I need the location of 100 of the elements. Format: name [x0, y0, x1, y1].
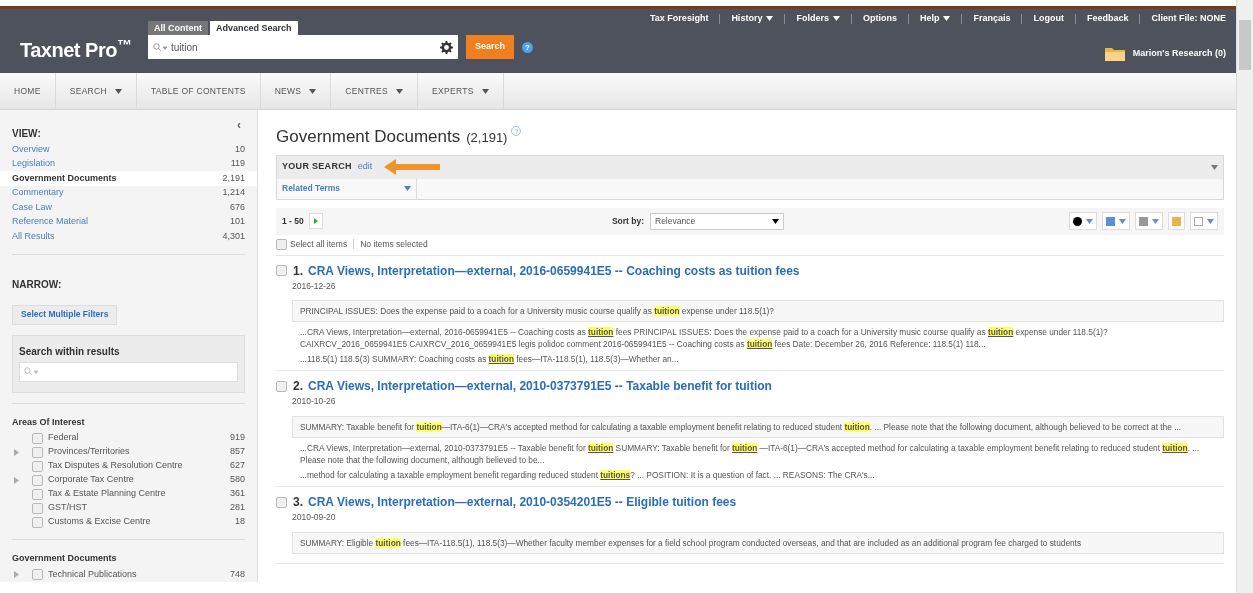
top-link[interactable]: Français	[973, 12, 1011, 26]
checkbox[interactable]	[32, 488, 43, 500]
checkbox[interactable]	[32, 502, 43, 514]
checkbox[interactable]	[276, 265, 287, 276]
top-link[interactable]: Client File: NONE	[1151, 12, 1226, 26]
excerpt-snippet: ...CRA Views, Interpretation—external, 2010-0373791E5 -- Taxable benefit for tuition SUMMARY: Taxable benefit for tuition —ITA-6(1)—CRA's accepted method for calculating a taxable employment benefit relating to reduced student tuition. ... Please note that the following document, although believed to be...	[299, 442, 1201, 466]
facet-count: 748	[229, 567, 245, 581]
next-page-button[interactable]	[308, 213, 323, 229]
related-terms-dropdown[interactable]: Related Terms	[277, 178, 417, 199]
scrollbar[interactable]	[1236, 0, 1253, 593]
checkbox[interactable]	[276, 380, 287, 392]
top-link[interactable]: Options	[862, 12, 897, 26]
caret-icon	[1207, 218, 1214, 224]
view-item[interactable]: Overview 10	[0, 142, 257, 157]
view-item[interactable]: Commentary 1,214	[0, 185, 257, 200]
result-count: (2,191)	[466, 129, 508, 147]
facet-heading: Areas Of Interest	[12, 415, 86, 429]
view-item[interactable]: Legislation 119	[0, 156, 257, 171]
search-within-field[interactable]	[19, 361, 238, 382]
facet-label[interactable]: Provinces/Territories	[48, 445, 230, 459]
caret-icon	[309, 88, 317, 94]
caret-icon	[396, 88, 404, 94]
facet-label[interactable]: Tax & Estate Planning Centre	[48, 487, 230, 501]
facet-label[interactable]: Federal	[48, 431, 230, 445]
nav-item[interactable]: HOME	[0, 73, 56, 109]
select-all-label[interactable]: Select all items	[290, 237, 348, 251]
nav-item[interactable]: TABLE OF CONTENTS	[136, 73, 261, 109]
play-arrow-icon	[313, 218, 318, 224]
facet-count: 627	[229, 459, 245, 473]
facet-label[interactable]: Customs & Excise Centre	[48, 515, 235, 529]
settings-icon[interactable]	[440, 40, 453, 54]
facet-count: 361	[229, 487, 245, 501]
expand-arrow-icon[interactable]	[14, 448, 19, 456]
caret-icon	[404, 186, 411, 191]
view-item[interactable]: Case Law 676	[0, 200, 257, 215]
checkbox[interactable]	[32, 569, 43, 580]
view-heading: VIEW:	[12, 127, 41, 141]
top-link[interactable]: Folders	[796, 12, 840, 26]
view-item[interactable]: All Results 4,301	[0, 229, 257, 244]
logo[interactable]: Taxnet Pro$^{™}$	[20, 39, 132, 61]
nav-item[interactable]: EXPERTS	[418, 73, 504, 109]
caret-icon	[114, 88, 122, 94]
view-item[interactable]: Government Documents 2,191	[0, 171, 257, 186]
result-number: 3.	[293, 494, 303, 511]
caret-icon	[481, 88, 489, 94]
summary-snippet: PRINCIPAL ISSUES: Does the expense paid to a coach for a University music course qualify as tuition expense under 118.5(1)?	[292, 300, 1224, 323]
caret-icon	[772, 218, 779, 224]
checkbox[interactable]	[276, 238, 287, 250]
facet-count: 281	[229, 501, 245, 515]
expand-arrow-icon[interactable]	[14, 476, 19, 484]
top-link[interactable]: Tax Foresight	[650, 12, 709, 26]
nav-item[interactable]: NEWS	[260, 73, 332, 109]
excerpt-snippet: ...CRA Views, Interpretation—external, 2016-0659941E5 -- Coaching costs as tuition fees PRINCIPAL ISSUES: Does the expense paid to a coach for a University music course qualify as tuition expense under 118.5(1)? CAIXRCV_2016_0659941E5 CAIXRCV_2016_0659941E5 legis polidoc comment 2016-0659941E5 -- Coaching costs as tuition fees Date: December 26, 2016 Reference: 118.5(1) 118...	[299, 326, 1109, 351]
sort-select[interactable]: Relevance	[650, 212, 784, 230]
facet-label[interactable]: GST/HST	[48, 501, 230, 515]
nav-item[interactable]: CENTRES	[331, 73, 419, 109]
caret-icon	[1152, 218, 1159, 224]
caret-icon	[943, 16, 951, 22]
top-link[interactable]: Feedback	[1086, 12, 1129, 26]
search-tab[interactable]: All Content	[148, 21, 208, 35]
select-filters-button[interactable]: Select Multiple Filters	[12, 304, 118, 325]
nav-item[interactable]: SEARCH	[55, 73, 137, 109]
edit-link[interactable]: edit	[357, 160, 373, 174]
caret-icon	[832, 16, 840, 22]
facet-label[interactable]: Tax Disputes & Resolution Centre	[48, 459, 230, 473]
search-tab[interactable]: Advanced Search	[210, 21, 298, 35]
checkbox[interactable]	[32, 516, 43, 528]
facet-count: 919	[229, 431, 245, 445]
top-link[interactable]: Help	[919, 12, 951, 26]
checkbox[interactable]	[32, 474, 43, 486]
facet-count: 18	[235, 515, 245, 529]
top-link[interactable]: Logout	[1033, 12, 1064, 26]
facet-label[interactable]: Corporate Tax Centre	[48, 473, 230, 487]
search-icon[interactable]	[153, 42, 167, 52]
view-item[interactable]: Reference Material 101	[0, 214, 257, 229]
facet-count: 857	[229, 445, 245, 459]
dot-tool-button[interactable]	[1069, 212, 1097, 230]
checkbox[interactable]	[32, 432, 43, 444]
checkbox[interactable]	[276, 496, 287, 508]
page-range: 1 - 50	[282, 214, 304, 228]
search-field[interactable]: tuition	[148, 35, 458, 59]
research-folder-link[interactable]: Marion's Research (0)	[1132, 47, 1226, 61]
top-link[interactable]: History	[731, 12, 774, 26]
arrow-icon	[384, 159, 441, 175]
result-title-link[interactable]: CRA Views, Interpretation—external, 2010-0354201E5 -- Eligible tuition fees	[308, 493, 737, 511]
result-date: 2016-12-26	[292, 279, 337, 293]
search-icon[interactable]	[24, 367, 38, 376]
caret-icon	[766, 16, 774, 22]
checkbox[interactable]	[32, 460, 43, 472]
folder-icon[interactable]	[1103, 46, 1126, 62]
collapse-button[interactable]: ‹	[237, 116, 241, 134]
checkbox[interactable]	[32, 446, 43, 458]
result-number: 2.	[293, 378, 303, 396]
your-search-heading: YOUR SEARCH	[282, 160, 352, 174]
result-title-link[interactable]: CRA Views, Interpretation—external, 2010-0373791E5 -- Taxable benefit for tuition	[308, 377, 772, 396]
result-title-link[interactable]: CRA Views, Interpretation—external, 2016-0659941E5 -- Coaching costs as tuition fees	[308, 261, 800, 280]
caret-icon	[1119, 218, 1126, 224]
expand-arrow-icon[interactable]	[14, 571, 19, 578]
facet-label[interactable]: Technical Publications	[48, 567, 230, 582]
sort-label: Sort by:	[611, 214, 644, 228]
